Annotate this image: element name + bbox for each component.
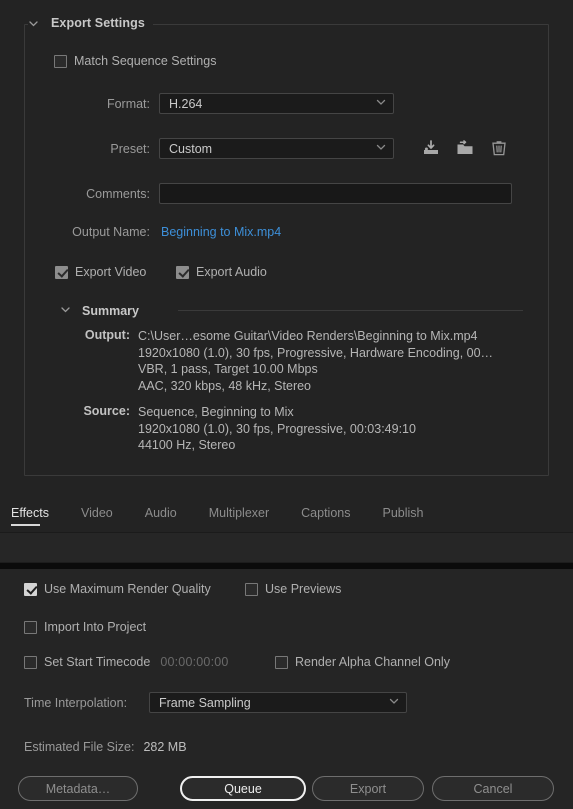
tab-effects[interactable]: Effects [11, 504, 72, 526]
export-audio-row[interactable]: Export Audio [176, 265, 267, 279]
comments-input[interactable] [159, 183, 512, 204]
use-previews-label: Use Previews [265, 582, 342, 596]
match-sequence-settings-label: Match Sequence Settings [74, 54, 217, 68]
summary-title: Summary [82, 304, 139, 318]
render-alpha-channel-only-label: Render Alpha Channel Only [295, 655, 450, 669]
set-start-timecode-row[interactable]: Set Start Timecode 00:00:00:00 [24, 655, 229, 669]
match-sequence-settings-row[interactable]: Match Sequence Settings [54, 54, 216, 68]
settings-tabs: Effects Video Audio Multiplexer Captions… [11, 504, 456, 526]
preset-value: Custom [169, 141, 213, 156]
preset-label: Preset: [110, 141, 150, 156]
export-settings-panel: Export Settings Match Sequence Settings … [0, 0, 573, 497]
summary-output-key: Output: [84, 328, 130, 342]
chevron-down-icon [375, 95, 387, 113]
chevron-down-icon [375, 140, 387, 158]
import-into-project-checkbox[interactable] [24, 620, 37, 634]
chevron-down-icon[interactable] [28, 18, 39, 29]
export-video-checkbox[interactable] [55, 265, 68, 279]
summary-source-key: Source: [83, 404, 130, 418]
summary-source-value: Sequence, Beginning to Mix 1920x1080 (1.… [138, 404, 416, 454]
output-name-row: Output Name: Beginning to Mix.mp4 [40, 225, 440, 239]
use-max-render-quality-checkbox[interactable] [24, 582, 37, 596]
metadata-button[interactable]: Metadata… [18, 776, 138, 801]
export-audio-checkbox[interactable] [176, 265, 189, 279]
chevron-down-icon[interactable] [60, 302, 71, 320]
preset-row: Preset: Custom [40, 138, 400, 159]
settings-tabbar: Effects Video Audio Multiplexer Captions… [0, 497, 573, 533]
time-interpolation-label: Time Interpolation: [24, 695, 128, 710]
import-into-project-row[interactable]: Import Into Project [24, 620, 146, 634]
export-audio-label: Export Audio [196, 265, 267, 279]
export-video-label: Export Video [75, 265, 147, 279]
tab-audio[interactable]: Audio [145, 504, 200, 526]
summary-divider [178, 310, 523, 311]
summary-source-line-1: 1920x1080 (1.0), 30 fps, Progressive, 00… [138, 421, 416, 436]
save-preset-icon[interactable] [422, 139, 440, 157]
tab-content-area [0, 533, 573, 563]
time-interpolation-dropdown[interactable]: Frame Sampling [149, 692, 407, 713]
use-previews-row[interactable]: Use Previews [245, 582, 341, 596]
preset-actions [422, 139, 508, 157]
estimated-file-size-label: Estimated File Size: [24, 740, 135, 754]
summary-output-line-1: 1920x1080 (1.0), 30 fps, Progressive, Ha… [138, 345, 494, 360]
tab-captions[interactable]: Captions [301, 504, 373, 526]
render-alpha-channel-only-checkbox[interactable] [275, 655, 288, 669]
estimated-file-size-row: Estimated File Size: 282 MB [24, 740, 187, 754]
summary-output-line-3: AAC, 320 kbps, 48 kHz, Stereo [138, 378, 312, 393]
render-alpha-channel-only-row[interactable]: Render Alpha Channel Only [275, 655, 450, 669]
tab-multiplexer[interactable]: Multiplexer [209, 504, 292, 526]
time-interpolation-value: Frame Sampling [159, 695, 251, 710]
export-settings-header[interactable]: Export Settings [28, 16, 153, 30]
delete-preset-icon[interactable] [490, 139, 508, 157]
summary-source-line-0: Sequence, Beginning to Mix [138, 405, 294, 419]
match-sequence-settings-checkbox[interactable] [54, 54, 67, 68]
summary-source-line-2: 44100 Hz, Stereo [138, 438, 236, 452]
format-row: Format: H.264 [40, 93, 400, 114]
output-name-label: Output Name: [72, 225, 150, 239]
export-settings-dialog: Export Settings Match Sequence Settings … [0, 0, 573, 809]
summary-output-value: C:\User…esome Guitar\Video Renders\Begin… [138, 328, 493, 394]
estimated-file-size-value: 282 MB [143, 740, 187, 754]
summary-source-block: Source: Sequence, Beginning to Mix 1920x… [72, 404, 416, 454]
summary-output-line-2: VBR, 1 pass, Target 10.00 Mbps [138, 362, 318, 376]
cancel-button[interactable]: Cancel [432, 776, 554, 801]
format-label: Format: [106, 96, 150, 111]
export-video-row[interactable]: Export Video [55, 265, 146, 279]
format-dropdown[interactable]: H.264 [159, 93, 394, 114]
output-name-link[interactable]: Beginning to Mix.mp4 [161, 225, 281, 239]
comments-row: Comments: [40, 183, 520, 204]
summary-output-line-0: C:\User…esome Guitar\Video Renders\Begin… [138, 329, 478, 343]
use-max-render-quality-row[interactable]: Use Maximum Render Quality [24, 582, 211, 596]
start-timecode-value[interactable]: 00:00:00:00 [160, 655, 228, 669]
queue-button[interactable]: Queue [180, 776, 306, 801]
use-previews-checkbox[interactable] [245, 582, 258, 596]
preset-dropdown[interactable]: Custom [159, 138, 394, 159]
use-max-render-quality-label: Use Maximum Render Quality [44, 582, 211, 596]
summary-output-block: Output: C:\User…esome Guitar\Video Rende… [72, 328, 493, 394]
set-start-timecode-label: Set Start Timecode [44, 655, 151, 669]
format-value: H.264 [169, 96, 203, 111]
set-start-timecode-checkbox[interactable] [24, 655, 37, 669]
export-button[interactable]: Export [312, 776, 424, 801]
time-interpolation-row: Time Interpolation: Frame Sampling [24, 692, 414, 713]
chevron-down-icon [388, 694, 400, 712]
export-options-panel: Use Maximum Render Quality Use Previews … [0, 569, 573, 809]
import-preset-icon[interactable] [456, 139, 474, 157]
export-settings-title: Export Settings [51, 16, 145, 30]
tab-video[interactable]: Video [81, 504, 136, 526]
summary-header[interactable]: Summary [60, 302, 148, 320]
comments-label: Comments: [86, 186, 150, 201]
import-into-project-label: Import Into Project [44, 620, 147, 634]
tab-publish[interactable]: Publish [383, 504, 447, 526]
